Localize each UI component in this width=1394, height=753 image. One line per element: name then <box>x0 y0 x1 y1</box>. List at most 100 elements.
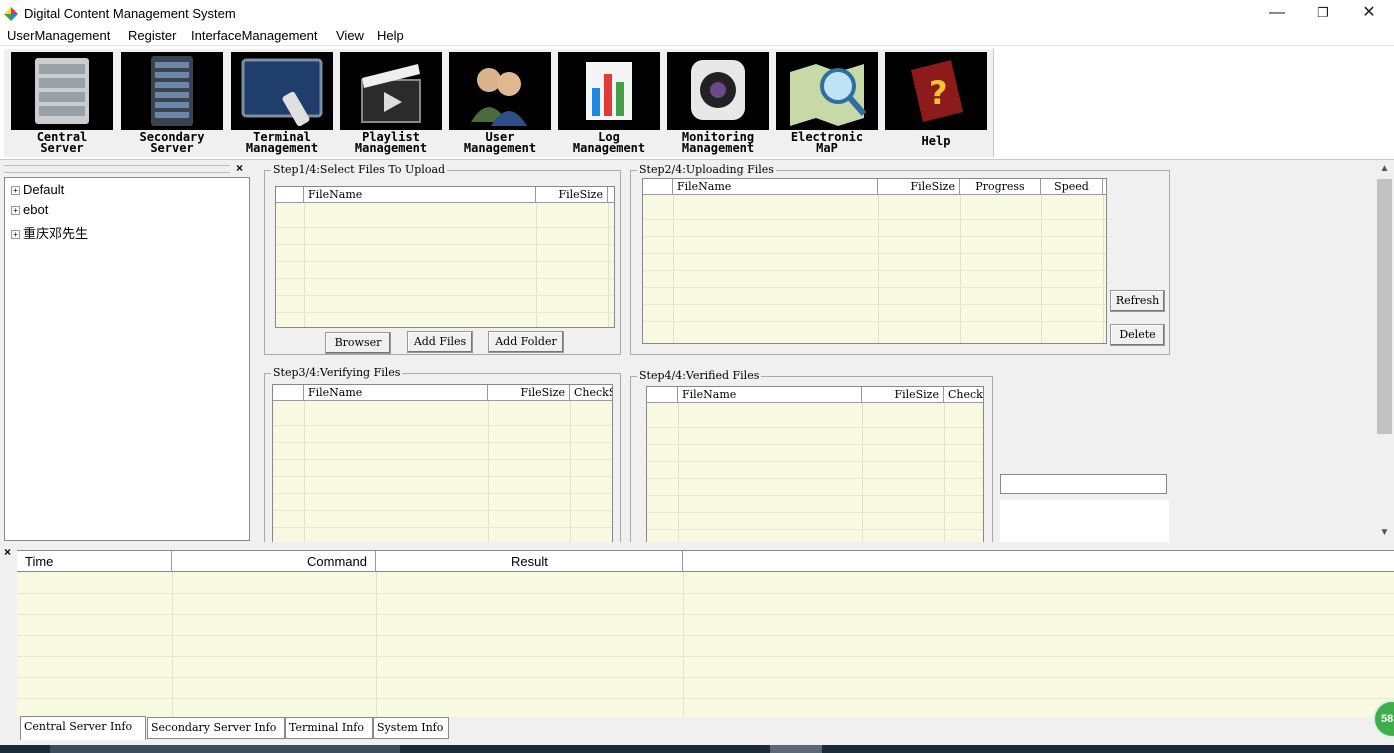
expand-icon[interactable]: + <box>11 206 20 215</box>
help-label: Help <box>921 134 951 148</box>
col-filename[interactable]: FileName <box>304 385 488 401</box>
log-grid[interactable]: Time Command Result <box>17 550 1394 717</box>
info-box <box>1000 500 1169 542</box>
col-check[interactable]: Check <box>944 387 983 403</box>
log-management-button[interactable]: Log Management <box>558 52 660 156</box>
col-filename[interactable]: FileName <box>304 187 536 203</box>
col-command[interactable]: Command <box>172 551 376 572</box>
close-log-icon[interactable]: × <box>4 545 11 559</box>
window-title: Digital Content Management System <box>24 6 236 21</box>
restore-button[interactable]: ❐ <box>1300 0 1346 26</box>
title-bar: Digital Content Management System — ❐ ✕ <box>0 0 1394 26</box>
tab-system-info[interactable]: System Info <box>373 717 449 739</box>
device-tree: + Default + ebot + 重庆邓先生 <box>4 177 250 541</box>
help-book-icon: ? <box>885 52 987 130</box>
col-progress[interactable]: Progress <box>960 179 1041 195</box>
tab-central-server-info[interactable]: Central Server Info <box>20 716 146 740</box>
menu-user-management[interactable]: UserManagement <box>7 28 110 43</box>
electronic-map-button[interactable]: Electronic MaP <box>776 52 878 156</box>
server-tower-icon <box>121 52 223 130</box>
row-header <box>643 179 673 195</box>
bar-chart-icon <box>558 52 660 130</box>
help-button[interactable]: ? Help <box>885 52 987 156</box>
monitoring-management-button[interactable]: Monitoring Management <box>667 52 769 156</box>
col-checksum[interactable]: CheckS <box>570 385 612 401</box>
col-time[interactable]: Time <box>17 551 172 572</box>
browser-button[interactable]: Browser <box>325 332 391 354</box>
electronic-map-label: Electronic MaP <box>790 130 864 155</box>
clapperboard-icon <box>340 52 442 130</box>
add-files-button[interactable]: Add Files <box>407 331 473 353</box>
grid-header: FileName FileSize Check <box>647 387 983 403</box>
menu-register[interactable]: Register <box>128 28 176 43</box>
col-filesize[interactable]: FileSize <box>488 385 570 401</box>
add-folder-button[interactable]: Add Folder <box>488 331 564 353</box>
refresh-button[interactable]: Refresh <box>1110 290 1165 312</box>
step3-verify-grid[interactable]: FileName FileSize CheckS <box>272 384 613 543</box>
central-server-label: Central Server <box>36 130 88 155</box>
grid-header: FileName FileSize <box>276 187 614 203</box>
tree-node-ebot[interactable]: + ebot <box>11 202 48 217</box>
close-window-button[interactable]: ✕ <box>1346 0 1392 26</box>
expand-icon[interactable]: + <box>11 230 20 239</box>
close-panel-icon[interactable]: × <box>236 161 243 175</box>
col-speed[interactable]: Speed <box>1041 179 1103 195</box>
secondary-server-button[interactable]: Secondary Server <box>121 52 223 156</box>
terminal-management-button[interactable]: Terminal Management <box>231 52 333 156</box>
col-filesize[interactable]: FileSize <box>878 179 960 195</box>
step4-verified-grid[interactable]: FileName FileSize Check <box>646 386 984 543</box>
step3-group: Step3/4:Verifying Files FileName FileSiz… <box>264 366 621 543</box>
grid-header: FileName FileSize Progress Speed <box>643 179 1106 195</box>
vertical-scrollbar[interactable]: ▲ ▼ <box>1375 161 1394 542</box>
menu-help[interactable]: Help <box>377 28 404 43</box>
tab-terminal-info[interactable]: Terminal Info <box>285 717 373 739</box>
panel-grip[interactable] <box>4 165 230 173</box>
step1-file-grid[interactable]: FileName FileSize <box>275 186 615 328</box>
delete-button[interactable]: Delete <box>1110 324 1165 346</box>
step2-title: Step2/4:Uploading Files <box>637 163 776 176</box>
monitoring-management-label: Monitoring Management <box>681 130 755 155</box>
taskbar-item[interactable] <box>50 745 400 753</box>
taskbar-item[interactable] <box>770 745 822 753</box>
map-magnifier-icon <box>776 52 878 130</box>
menu-interface-management[interactable]: InterfaceManagement <box>191 28 317 43</box>
menu-view[interactable]: View <box>336 28 364 43</box>
col-filename[interactable]: FileName <box>673 179 878 195</box>
step1-group: Step1/4:Select Files To Upload FileName … <box>264 163 621 355</box>
col-result[interactable]: Result <box>376 551 683 572</box>
row-header <box>273 385 304 401</box>
row-header <box>276 187 304 203</box>
camera-icon <box>667 52 769 130</box>
text-input[interactable] <box>1000 474 1167 494</box>
minimize-button[interactable]: — <box>1254 0 1300 26</box>
svg-text:?: ? <box>929 74 948 112</box>
step4-title: Step4/4:Verified Files <box>637 369 762 382</box>
col-filesize[interactable]: FileSize <box>536 187 608 203</box>
tree-node-chongqing[interactable]: + 重庆邓先生 <box>11 223 88 242</box>
device-tree-panel: × + Default + ebot + 重庆邓先生 <box>0 161 253 542</box>
col-filename[interactable]: FileName <box>678 387 862 403</box>
log-panel: × Time Command Result Central Server Inf… <box>0 542 1394 753</box>
central-server-button[interactable]: Central Server <box>11 52 113 156</box>
terminal-management-label: Terminal Management <box>245 130 319 155</box>
playlist-management-button[interactable]: Playlist Management <box>340 52 442 156</box>
tree-node-default[interactable]: + Default <box>11 182 64 197</box>
col-filesize[interactable]: FileSize <box>862 387 944 403</box>
server-rack-icon <box>11 52 113 130</box>
tab-secondary-server-info[interactable]: Secondary Server Info <box>147 717 285 739</box>
users-icon <box>449 52 551 130</box>
monitor-remote-icon <box>231 52 333 130</box>
step2-upload-grid[interactable]: FileName FileSize Progress Speed <box>642 178 1107 344</box>
menu-bar: UserManagement Register InterfaceManagem… <box>0 26 1394 46</box>
playlist-management-label: Playlist Management <box>354 130 428 155</box>
scroll-thumb[interactable] <box>1377 179 1392 434</box>
step2-group: Step2/4:Uploading Files FileName FileSiz… <box>630 163 1170 355</box>
scroll-down-icon[interactable]: ▼ <box>1375 527 1394 538</box>
log-management-label: Log Management <box>572 130 646 155</box>
user-management-button[interactable]: User Management <box>449 52 551 156</box>
log-header: Time Command Result <box>17 551 1394 572</box>
expand-icon[interactable]: + <box>11 186 20 195</box>
scroll-up-icon[interactable]: ▲ <box>1375 163 1394 174</box>
secondary-server-label: Secondary Server <box>139 130 205 155</box>
step1-title: Step1/4:Select Files To Upload <box>271 163 448 176</box>
